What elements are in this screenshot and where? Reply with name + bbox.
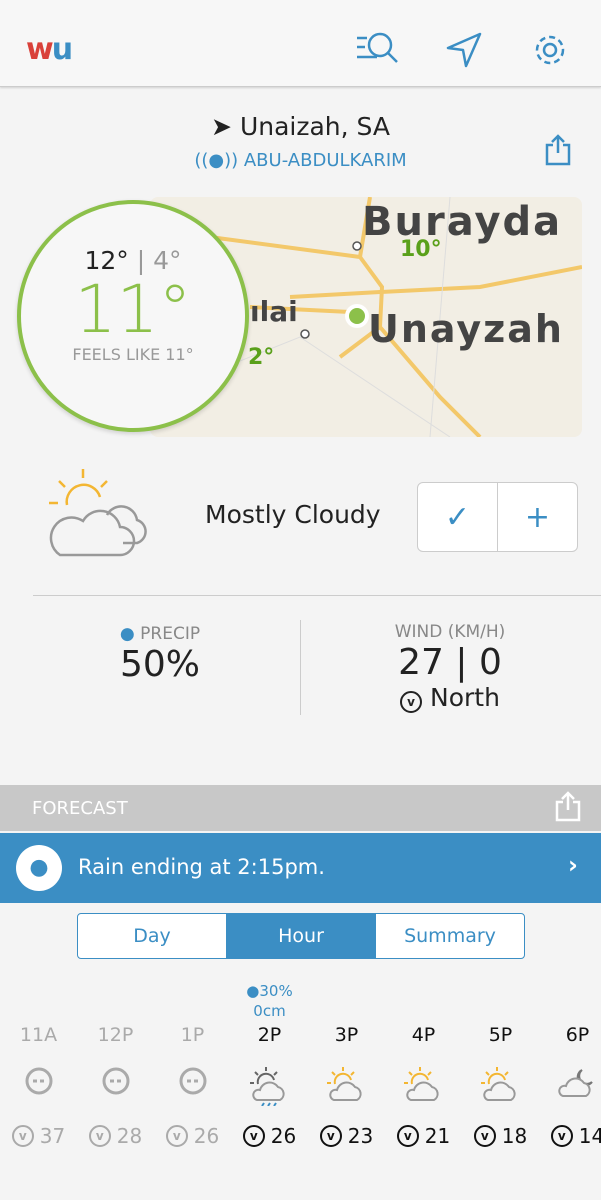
divider-vertical: [300, 620, 301, 715]
hour-wind: 21: [424, 1124, 451, 1148]
hour-wind: 23: [347, 1124, 374, 1148]
wind-direction-icon: v: [88, 1125, 111, 1147]
share-icon[interactable]: [544, 133, 572, 167]
mostly-cloudy-icon: [49, 469, 147, 557]
forecast-tabs: Day Hour Summary: [77, 913, 525, 959]
drop-icon: ●: [119, 624, 135, 644]
divider: [33, 595, 601, 596]
plus-icon: +: [524, 499, 551, 535]
location-name: Unaizah, SA: [239, 112, 390, 141]
wind-label: WIND (KM/H): [394, 622, 506, 642]
map-label-partial: ılai: [250, 295, 298, 328]
condition-text: Mostly Cloudy: [205, 500, 381, 529]
gear-icon[interactable]: [530, 30, 570, 70]
location-arrow-icon[interactable]: [445, 30, 485, 70]
raindrop-icon: ●: [16, 845, 62, 891]
hour-column[interactable]: 5P v 18: [462, 982, 539, 1148]
rain-alert-banner[interactable]: ● Rain ending at 2:15pm. ›: [0, 833, 601, 903]
hour-time: 3P: [334, 1024, 359, 1046]
hour-wind: 26: [270, 1124, 297, 1148]
check-icon: ✓: [444, 499, 471, 535]
mostly-cloudy-icon: [403, 1067, 439, 1101]
hour-wind: 14: [578, 1124, 601, 1148]
map-temp-partial: 2°: [248, 345, 275, 370]
wind-block: WIND (KM/H) 27 | 0 v North: [340, 622, 560, 713]
wind-direction-icon: v: [319, 1125, 342, 1147]
hour-column[interactable]: 1P v 26: [154, 982, 231, 1148]
confirm-button[interactable]: ✓: [418, 483, 498, 551]
hour-column[interactable]: 6P v 14: [539, 982, 601, 1148]
forecast-header: FORECAST: [0, 785, 601, 831]
hour-time: 5P: [488, 1024, 513, 1046]
hour-precip: ●30%: [231, 982, 308, 1002]
hour-time: 12P: [97, 1024, 134, 1046]
tab-hour[interactable]: Hour: [226, 914, 375, 958]
hour-column[interactable]: 4P v 21: [385, 982, 462, 1148]
hour-column[interactable]: 3P v 23: [308, 982, 385, 1148]
chevron-right-icon: ›: [568, 851, 578, 879]
wind-direction-icon: v: [11, 1125, 34, 1147]
precip-block: ● PRECIP 50%: [60, 624, 260, 685]
hour-wind: 37: [39, 1124, 66, 1148]
precip-chance: 30%: [259, 982, 293, 1000]
wind-direction-icon: v: [396, 1125, 419, 1147]
forecast-title: FORECAST: [32, 798, 128, 819]
drop-icon: ●: [246, 982, 260, 1000]
share-forecast-icon[interactable]: [555, 791, 581, 823]
precip-label: PRECIP: [140, 624, 201, 644]
add-button[interactable]: +: [498, 483, 577, 551]
hour-time: 4P: [411, 1024, 436, 1046]
mostly-cloudy-icon: [326, 1067, 362, 1101]
fog-icon: [102, 1067, 129, 1095]
current-temp: 11°: [74, 271, 192, 348]
broadcast-icon: ((●)): [194, 150, 244, 171]
precip-value: 50%: [119, 644, 200, 685]
tab-summary[interactable]: Summary: [375, 914, 524, 958]
fog-icon: [25, 1067, 52, 1095]
chance-rain-icon: [249, 1067, 285, 1106]
location-title[interactable]: ➤ Unaizah, SA: [0, 112, 601, 141]
wind-direction-icon: v: [550, 1125, 573, 1147]
hour-time: 11A: [19, 1024, 58, 1046]
location-arrow-icon: ➤: [211, 112, 240, 141]
condition-actions: ✓ +: [417, 482, 578, 552]
current-temp-circle[interactable]: 12° | 4° 11° FEELS LIKE 11°: [17, 200, 249, 432]
banner-text: Rain ending at 2:15pm.: [78, 855, 325, 879]
wind-direction-icon: v: [473, 1125, 496, 1147]
feels-like: FEELS LIKE 11°: [72, 345, 194, 364]
fog-icon: [179, 1067, 206, 1095]
wind-direction: North: [430, 683, 500, 712]
wu-logo[interactable]: wu: [26, 32, 73, 67]
map-temp-burayda: 10°: [400, 237, 442, 262]
hour-column[interactable]: ●30% 0cm 2P v 26: [231, 982, 308, 1148]
wind-direction-icon: v: [400, 691, 423, 713]
map-label-burayda: Burayda: [362, 199, 563, 245]
search-list-icon[interactable]: [355, 30, 405, 70]
partly-cloudy-night-icon: [557, 1069, 593, 1097]
hour-time: 1P: [180, 1024, 205, 1046]
station-link[interactable]: ((●)) ABU-ABDULKARIM: [0, 150, 601, 171]
wind-direction-icon: v: [242, 1125, 265, 1147]
hourly-list: 11A v 37 12P v 28 1P v 26 ●30% 0cm 2P v 26 3P v 23 4P v 21 5…: [0, 982, 601, 1148]
hour-column[interactable]: 11A v 37: [0, 982, 77, 1148]
top-bar: wu: [0, 0, 601, 87]
partly-cloudy-icon: [480, 1067, 516, 1101]
map-label-unayzah: Unayzah: [368, 307, 564, 351]
wind-value: 27 | 0: [398, 642, 502, 683]
hour-wind: 28: [116, 1124, 143, 1148]
station-name: ABU-ABDULKARIM: [243, 150, 407, 171]
hour-wind: 18: [501, 1124, 528, 1148]
hour-wind: 26: [193, 1124, 220, 1148]
hour-time: 2P: [257, 1024, 282, 1046]
precip-amount: 0cm: [253, 1002, 286, 1020]
hour-column[interactable]: 12P v 28: [77, 982, 154, 1148]
hour-time: 6P: [565, 1024, 590, 1046]
wind-direction-icon: v: [165, 1125, 188, 1147]
tab-day[interactable]: Day: [78, 914, 226, 958]
